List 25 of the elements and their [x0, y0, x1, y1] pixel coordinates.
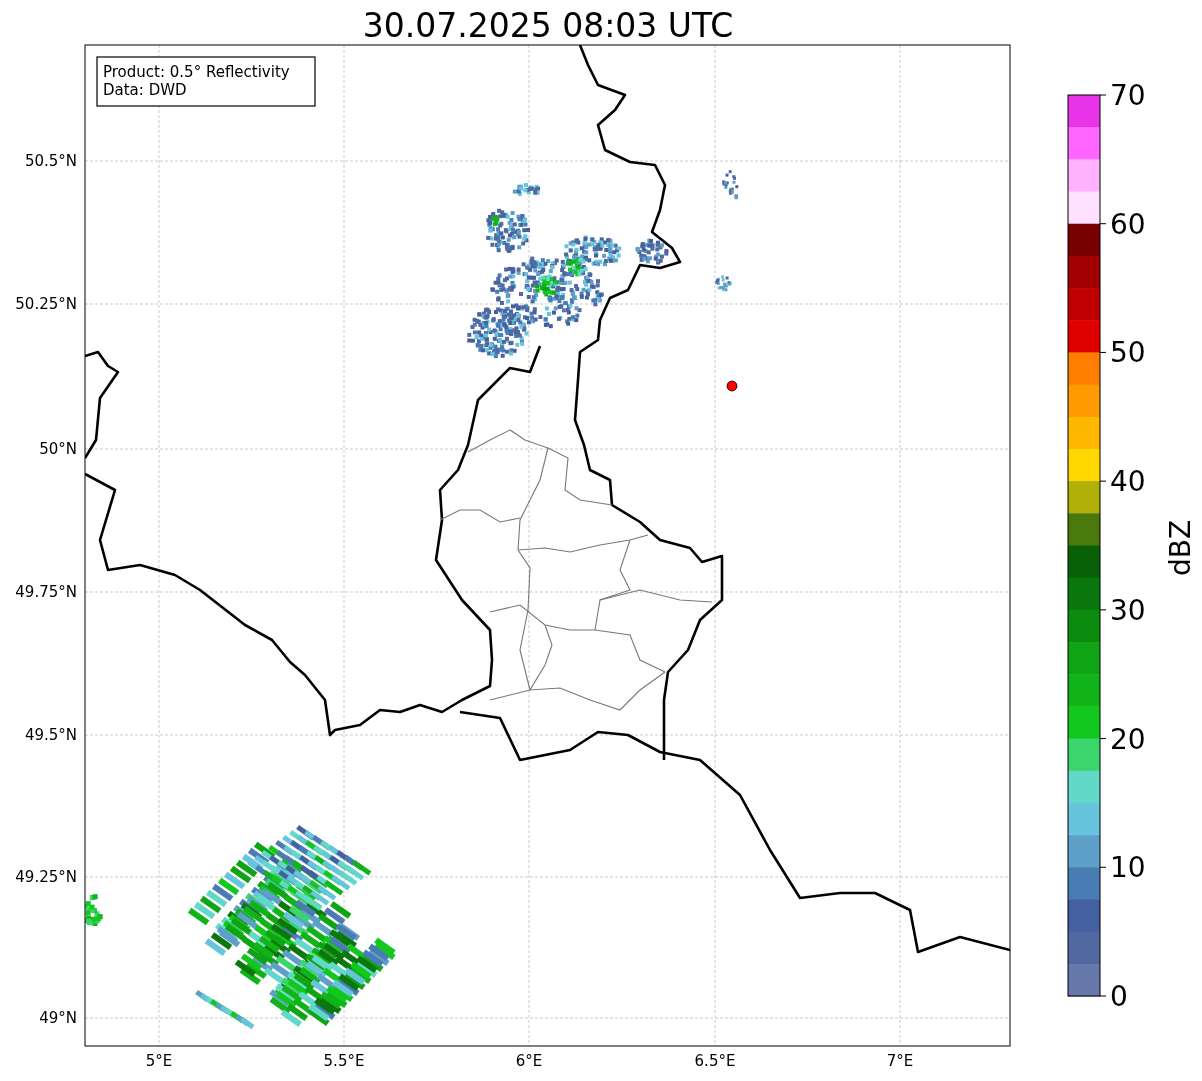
axis-tick-label: 49.5°N	[24, 726, 77, 744]
colorbar-tick-label: 0	[1110, 980, 1128, 1013]
colorbar-tick-label: 10	[1110, 851, 1146, 885]
axis-tick-label: 50.25°N	[15, 295, 77, 313]
colorbar-tick-label: 50	[1110, 336, 1146, 370]
axis-tick-label: 50.5°N	[24, 152, 77, 170]
info-text: Product: 0.5° Reflectivity	[103, 63, 290, 81]
colorbar-tick-label: 70	[1110, 79, 1146, 112]
colorbar-tick-label: 30	[1110, 593, 1146, 627]
chart-title: 30.07.2025 08:03 UTC	[362, 6, 734, 45]
axis-tick-label: 6.5°E	[694, 1052, 736, 1070]
axis-tick-label: 5.5°E	[323, 1052, 365, 1070]
colorbar-tick-label: 20	[1110, 722, 1146, 756]
axis-tick-label: 49.25°N	[15, 868, 77, 886]
axis-tick-label: 50°N	[39, 440, 77, 458]
colorbar-tick-label: 60	[1110, 207, 1146, 241]
radar-site-marker	[726, 380, 738, 392]
axis-tick-label: 49.75°N	[15, 583, 77, 601]
axis-tick-label: 5°E	[145, 1052, 173, 1070]
colorbar-label: dBZ	[1164, 519, 1197, 577]
info-text: Data: DWD	[103, 81, 187, 99]
axis-tick-label: 49°N	[39, 1009, 77, 1027]
axis-tick-label: 7°E	[886, 1052, 914, 1070]
axis-tick-label: 6°E	[515, 1052, 543, 1070]
colorbar-tick-label: 40	[1110, 465, 1146, 499]
